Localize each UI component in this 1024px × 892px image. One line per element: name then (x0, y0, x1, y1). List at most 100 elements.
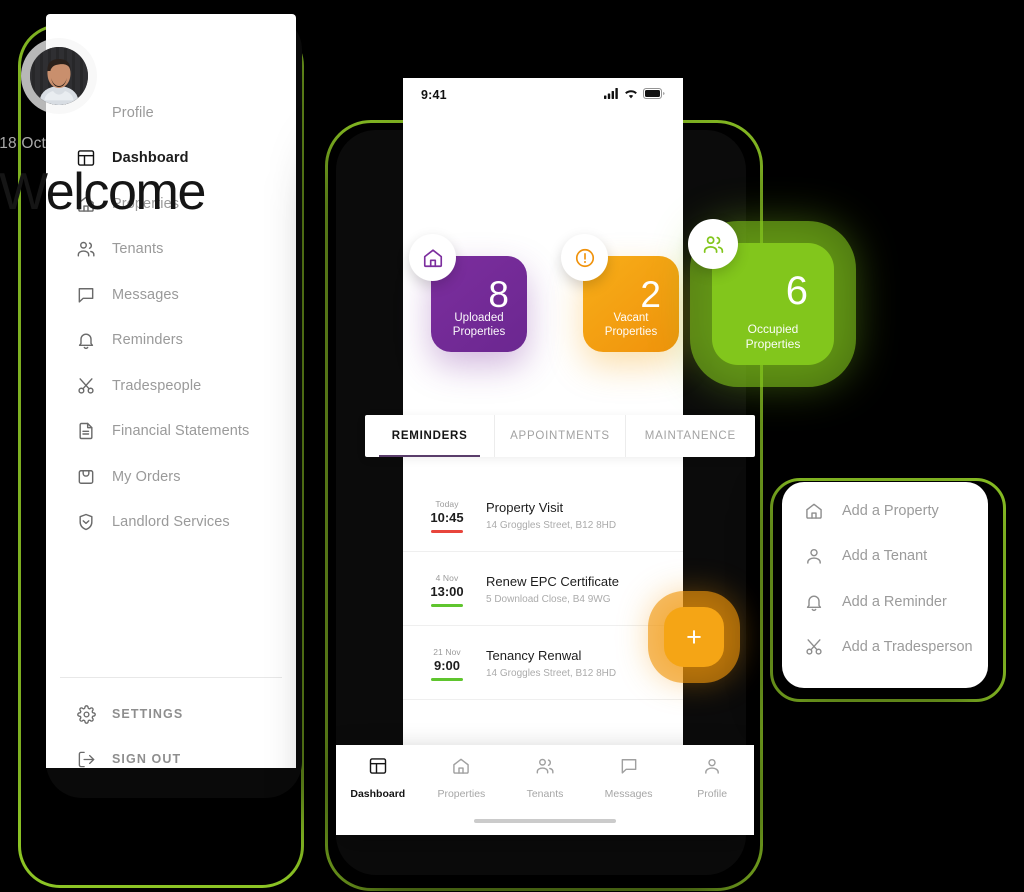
stat-card-occupied-properties[interactable]: 6 Occupied Properties (688, 219, 834, 365)
stat-value: 2 (640, 274, 661, 315)
menu-item-add-a-tradesperson[interactable]: Add a Tradesperson (782, 625, 988, 671)
reminder-row[interactable]: Today 10:45 Property Visit 14 Groggles Stre… (403, 478, 683, 552)
wifi-icon (624, 86, 638, 104)
people-icon (60, 239, 112, 259)
sidebar-item-label: Financial Statements (112, 423, 250, 440)
sidebar-item-signout[interactable]: SIGN OUT (46, 737, 296, 768)
reminder-title: Renew EPC Certificate (486, 574, 619, 589)
chat-icon (60, 285, 112, 305)
reminder-title: Property Visit (486, 500, 564, 515)
bell-icon (60, 330, 112, 350)
tab-reminders[interactable]: REMINDERS (365, 415, 496, 457)
reminder-when: Today 10:45 (421, 498, 473, 533)
menu-item-label: Add a Property (842, 502, 939, 519)
reminder-address: 14 Groggles Street, B12 8HD (486, 668, 617, 679)
sidebar-item-landlord-services[interactable]: Landlord Services (46, 500, 296, 546)
status-bar: 9:41 (403, 78, 683, 112)
reminder-body: Property Visit 14 Groggles Street, B12 8H… (473, 498, 616, 531)
sidebar-panel: Profile Dashboard Properties Tenants Message… (46, 14, 296, 768)
reminder-day: Today (435, 499, 459, 509)
stat-value: 6 (785, 269, 808, 313)
date-label: Wed, 18 Oct (0, 135, 47, 152)
bottom-nav-item-tenants[interactable]: Tenants (503, 756, 587, 800)
app-mockup-stage: Profile Dashboard Properties Tenants Message… (0, 0, 1024, 892)
reminder-body: Renew EPC Certificate 5 Download Close, B… (473, 572, 619, 605)
reminder-time: 9:00 (433, 658, 461, 673)
sidebar-menu: Profile Dashboard Properties Tenants Message… (46, 90, 296, 545)
reminder-day: 21 Nov (433, 647, 461, 657)
bottom-nav-label: Properties (437, 788, 486, 800)
bag-icon (60, 467, 112, 487)
sidebar-signout-label: SIGN OUT (112, 752, 182, 766)
reminder-address: 14 Groggles Street, B12 8HD (486, 520, 617, 531)
sidebar-item-financial-statements[interactable]: Financial Statements (46, 409, 296, 455)
reminder-title: Tenancy Renwal (486, 648, 582, 663)
bottom-nav-label: Messages (604, 788, 653, 800)
reminder-status-bar (431, 604, 463, 607)
tab-appointments[interactable]: APPOINTMENTS (495, 415, 626, 457)
stat-card-uploaded-properties[interactable]: 8 Uploaded Properties (409, 234, 527, 352)
sidebar-item-label: My Orders (112, 468, 181, 485)
sidebar-settings-label: SETTINGS (112, 707, 184, 721)
home-icon (804, 501, 842, 521)
tab-maintanence[interactable]: MAINTANENCE (626, 415, 755, 457)
reminder-address: 5 Download Close, B4 9WG (486, 594, 611, 605)
reminder-row[interactable]: 21 Nov 9:00 Tenancy Renwal 14 Groggles Stre… (403, 626, 683, 700)
home-icon (409, 234, 456, 281)
home-indicator (474, 818, 616, 823)
stat-card-vacant-properties[interactable]: 2 Vacant Properties (561, 234, 679, 352)
reminder-status-bar (431, 678, 463, 681)
sidebar-item-reminders[interactable]: Reminders (46, 318, 296, 364)
plus-icon: + (686, 621, 702, 652)
sidebar-item-label: Tradespeople (112, 377, 202, 394)
sidebar-item-my-orders[interactable]: My Orders (46, 454, 296, 500)
sidebar-item-tradespeople[interactable]: Tradespeople (46, 363, 296, 409)
sidebar-item-profile[interactable]: Profile (46, 90, 296, 136)
bottom-nav-item-profile[interactable]: Profile (670, 756, 754, 800)
bottom-nav-item-properties[interactable]: Properties (420, 756, 504, 800)
tab-bar: REMINDERS APPOINTMENTS MAINTANENCE (365, 415, 755, 457)
stat-caption: Vacant Properties (604, 312, 658, 338)
menu-item-add-a-reminder[interactable]: Add a Reminder (782, 579, 988, 625)
reminder-time: 10:45 (430, 510, 464, 525)
document-icon (60, 421, 112, 441)
bottom-nav-item-dashboard[interactable]: Dashboard (336, 756, 420, 800)
avatar[interactable] (30, 47, 88, 105)
sidebar-item-label: Profile (112, 104, 154, 121)
sidebar-item-label: Reminders (112, 332, 184, 349)
phone-screen: 9:41 Today 10:45 Property Visit 14 Groggles… (403, 78, 683, 745)
scissors-icon (60, 376, 112, 396)
stat-value: 8 (488, 274, 509, 315)
battery-icon (643, 86, 665, 104)
add-menu: Add a Property Add a Tenant Add a Reminder… (782, 482, 988, 688)
sign-out-icon (60, 750, 112, 769)
sidebar-item-label: Landlord Services (112, 514, 230, 531)
sidebar-item-messages[interactable]: Messages (46, 272, 296, 318)
bottom-nav-label: Profile (697, 788, 728, 800)
menu-item-label: Add a Tenant (842, 548, 928, 565)
menu-item-add-a-tenant[interactable]: Add a Tenant (782, 534, 988, 580)
home-icon (451, 756, 471, 781)
reminder-row[interactable]: 4 Nov 13:00 Renew EPC Certificate 5 Downloa… (403, 552, 683, 626)
sidebar-item-label: Messages (112, 286, 179, 303)
reminder-status-bar (431, 530, 463, 533)
bottom-nav-items: Dashboard Properties Tenants Messages Profil… (336, 745, 754, 811)
gear-icon (60, 704, 112, 724)
status-icons (604, 86, 665, 104)
bell-icon (804, 592, 842, 612)
sidebar-item-tenants[interactable]: Tenants (46, 227, 296, 273)
reminder-when: 4 Nov 13:00 (421, 572, 473, 607)
signal-icon (604, 86, 619, 104)
alert-circle-icon (561, 234, 608, 281)
reminder-when: 21 Nov 9:00 (421, 646, 473, 681)
bottom-nav-item-messages[interactable]: Messages (587, 756, 671, 800)
reminder-day: 4 Nov (435, 573, 459, 583)
status-time: 9:41 (421, 88, 447, 102)
bottom-nav-label: Tenants (526, 788, 564, 800)
add-floating-action-button[interactable]: + (664, 607, 724, 667)
menu-item-add-a-property[interactable]: Add a Property (782, 488, 988, 534)
chat-icon (619, 756, 639, 781)
stat-caption: Occupied Properties (745, 322, 801, 351)
scissors-icon (804, 637, 842, 657)
sidebar-item-settings[interactable]: SETTINGS (46, 692, 296, 736)
